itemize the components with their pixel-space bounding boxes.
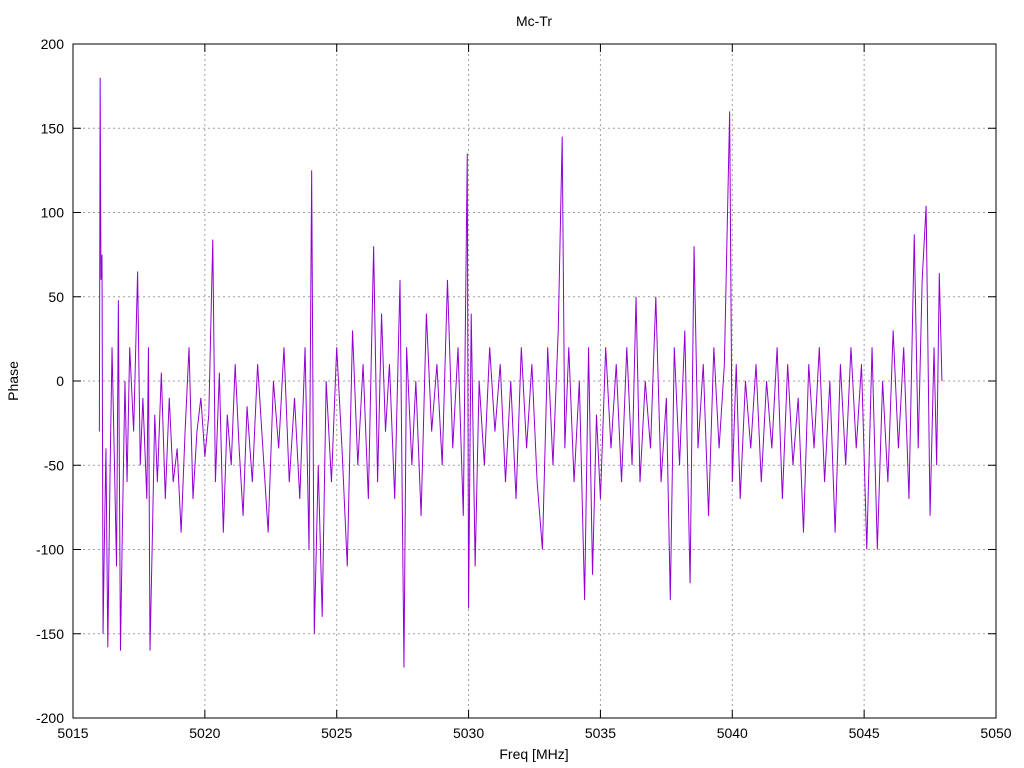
x-tick-label: 5045 — [849, 725, 880, 741]
phase-series-line — [98, 77, 943, 668]
x-tick-label: 5025 — [321, 725, 352, 741]
x-tick-label: 5030 — [453, 725, 484, 741]
y-tick-label: 50 — [48, 289, 64, 305]
y-tick-label: -50 — [44, 457, 64, 473]
chart-title: Mc-Tr — [516, 13, 552, 29]
y-tick-label: 150 — [41, 120, 65, 136]
y-tick-label: 100 — [41, 205, 65, 221]
x-axis-label: Freq [MHz] — [499, 746, 568, 762]
y-tick-label: -100 — [36, 542, 64, 558]
x-tick-label: 5015 — [57, 725, 88, 741]
y-tick-label: -200 — [36, 710, 64, 726]
grid-lines — [73, 44, 996, 718]
x-axis-ticks: 5015 5020 5025 5030 5035 5040 5045 5050 — [57, 44, 1012, 741]
x-tick-label: 5035 — [585, 725, 616, 741]
y-tick-label: 0 — [56, 373, 64, 389]
y-axis-label: Phase — [5, 361, 21, 401]
phase-line-chart: Mc-Tr 200150100500-50-100-150-200 5015 50… — [5, 13, 1012, 762]
y-tick-label: -150 — [36, 626, 64, 642]
y-tick-label: 200 — [41, 36, 65, 52]
x-tick-label: 5050 — [980, 725, 1011, 741]
x-tick-label: 5040 — [717, 725, 748, 741]
x-tick-label: 5020 — [189, 725, 220, 741]
